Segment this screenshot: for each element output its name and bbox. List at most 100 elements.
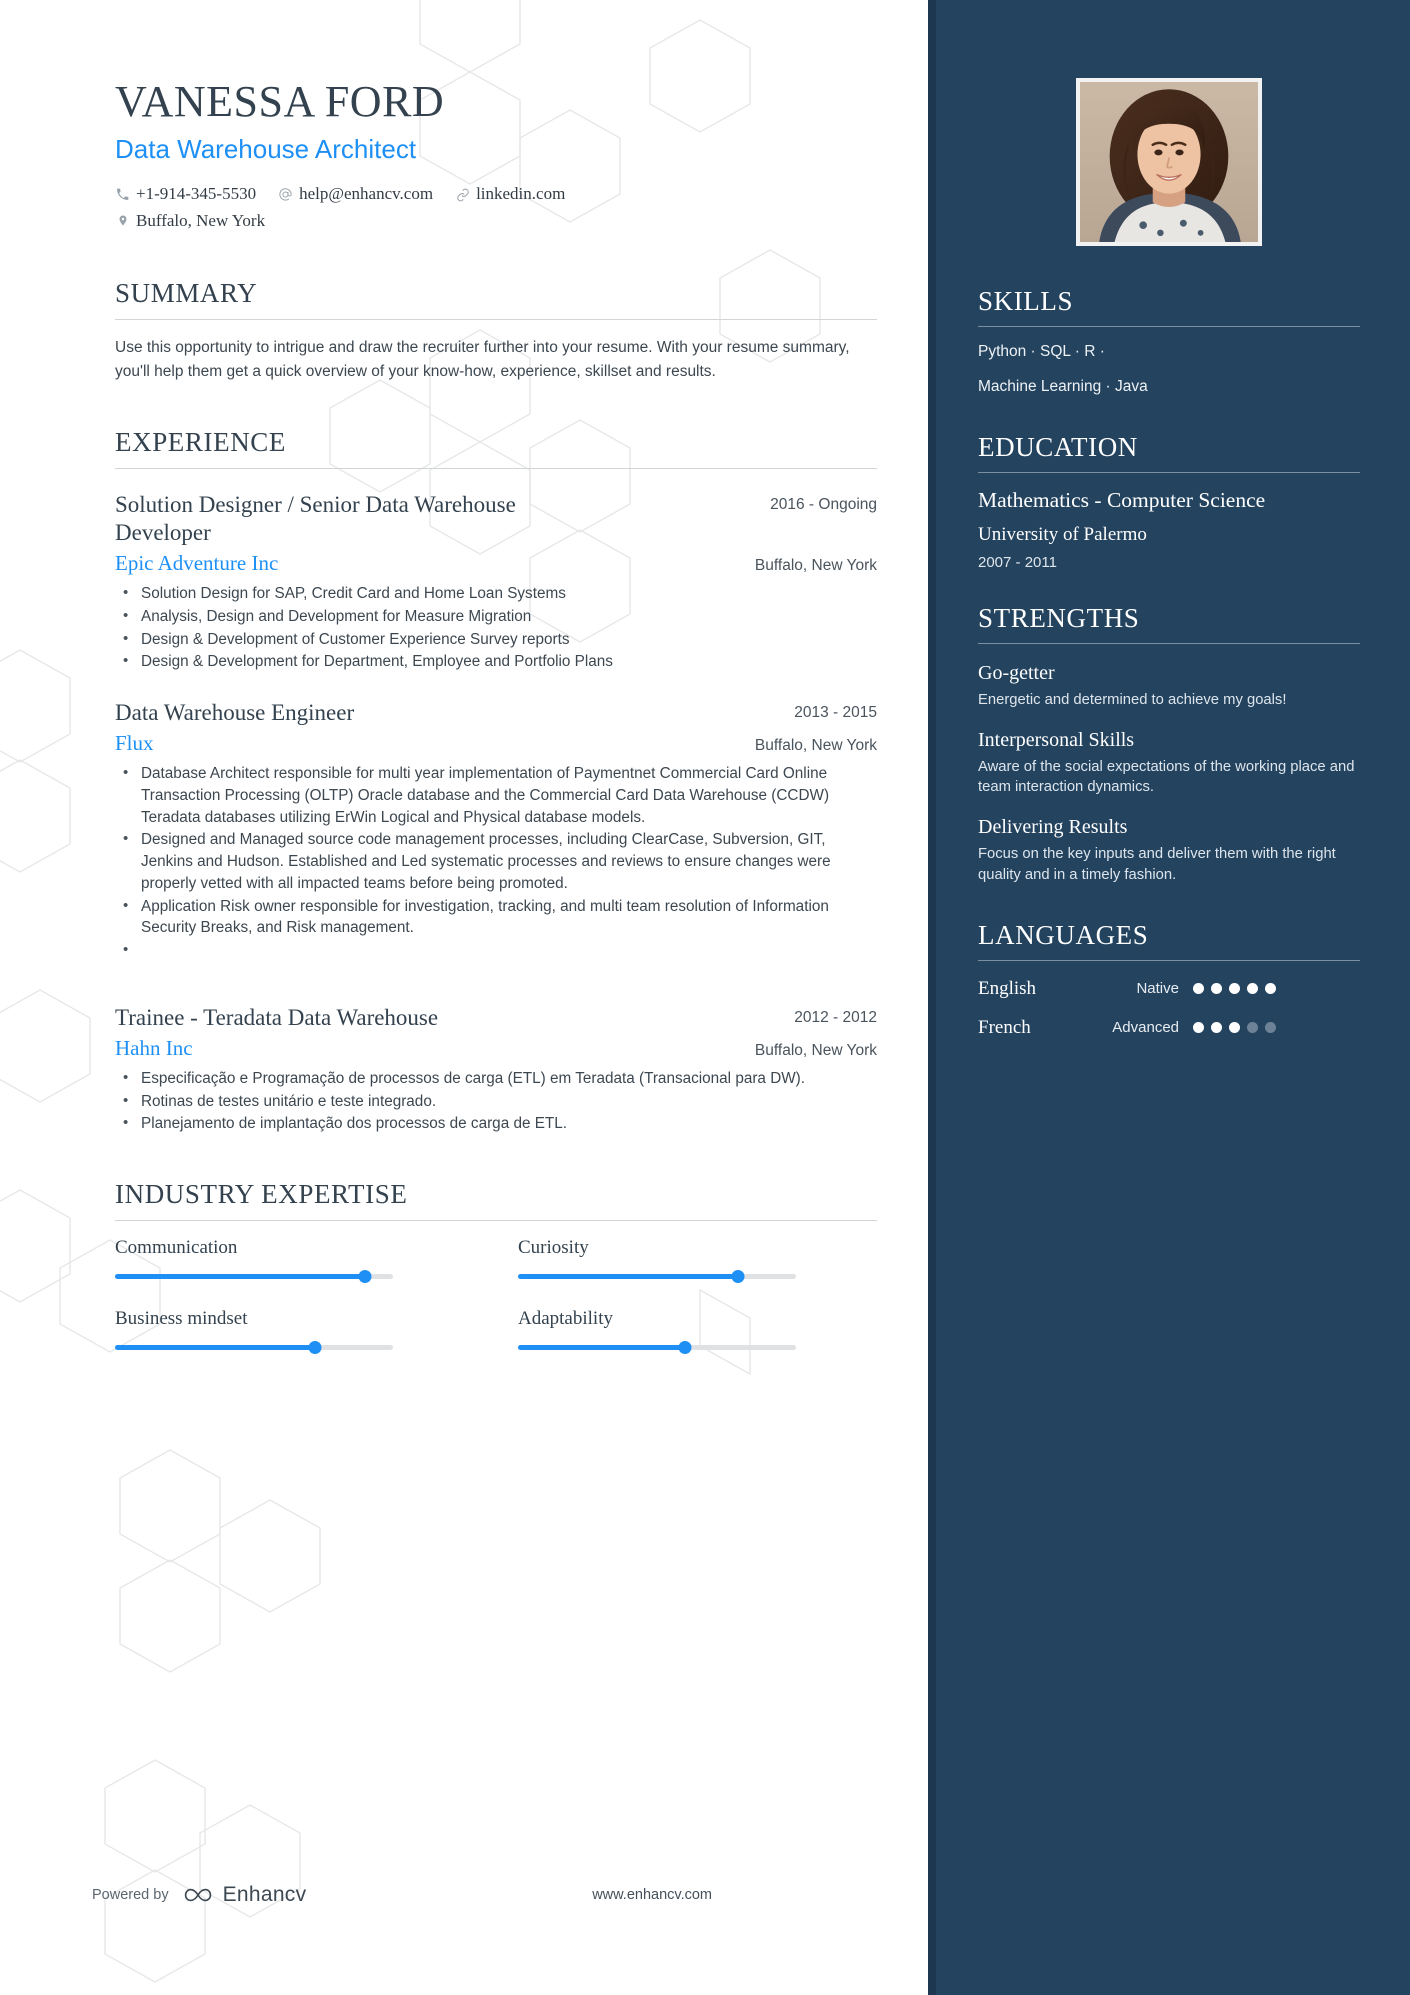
experience-item: Trainee - Teradata Data Warehouse 2012 -…	[115, 1004, 877, 1135]
rating-dot	[1229, 1022, 1240, 1034]
strength-name: Delivering Results	[978, 816, 1128, 839]
language-name: English	[978, 977, 1037, 999]
languages-section: LANGUAGES English Native French Advanced	[978, 920, 1360, 1039]
rating-dot	[1247, 983, 1258, 995]
language-level: Advanced	[1112, 1019, 1179, 1037]
job-company[interactable]: Epic Adventure Inc	[115, 551, 278, 576]
job-dates: 2013 - 2015	[794, 704, 877, 722]
resume-page: VANESSA FORD Data Warehouse Architect +1…	[0, 0, 1410, 1995]
language-item: French Advanced	[978, 1017, 1360, 1039]
education-section: EDUCATION Mathematics - Computer Science…	[978, 432, 1360, 571]
list-item	[115, 939, 877, 960]
strength-item: Go-getter Energetic and determined to ac…	[978, 662, 1360, 711]
expertise-slider[interactable]	[518, 1270, 796, 1284]
strength-description: Energetic and determined to achieve my g…	[978, 692, 1287, 709]
contact-location-text: Buffalo, New York	[136, 210, 266, 230]
expertise-slider[interactable]	[115, 1341, 393, 1355]
rating-dot	[1211, 1022, 1222, 1034]
job-location: Buffalo, New York	[754, 1041, 877, 1059]
infinity-icon	[184, 1888, 211, 1902]
strength-name: Interpersonal Skills	[978, 728, 1135, 751]
main-column: VANESSA FORD Data Warehouse Architect +1…	[0, 0, 928, 1995]
job-bullets: Solution Design for SAP, Credit Card and…	[115, 582, 877, 673]
language-rating	[1193, 1022, 1276, 1034]
divider	[978, 643, 1360, 645]
slider-fill	[115, 1345, 316, 1351]
job-location: Buffalo, New York	[754, 737, 877, 755]
language-level: Native	[1136, 980, 1179, 998]
slider-knob[interactable]	[678, 1341, 692, 1355]
avatar-wrap	[978, 78, 1360, 246]
slider-fill	[115, 1274, 366, 1280]
divider	[115, 468, 877, 470]
education-heading: EDUCATION	[978, 431, 1138, 462]
sidebar: SKILLS Python · SQL · R · Machine Learni…	[928, 0, 1410, 1995]
list-item: Application Risk owner responsible for i…	[115, 894, 877, 939]
education-degree: Mathematics - Computer Science	[978, 487, 1266, 512]
job-title: Data Warehouse Engineer	[115, 700, 355, 726]
summary-heading: SUMMARY	[115, 278, 258, 309]
summary-section: SUMMARY Use this opportunity to intrigue…	[115, 278, 877, 383]
expertise-item: Curiosity	[518, 1237, 796, 1284]
list-item: Designed and Managed source code managem…	[115, 828, 877, 894]
language-item: English Native	[978, 978, 1360, 1000]
industry-expertise-section: INDUSTRY EXPERTISE Communication Curiosi…	[115, 1179, 877, 1355]
slider-knob[interactable]	[731, 1270, 745, 1284]
experience-section: EXPERIENCE Solution Designer / Senior Da…	[115, 427, 877, 1135]
language-name: French	[978, 1016, 1031, 1038]
powered-by: Powered by Enhancv	[92, 1883, 306, 1907]
location-pin-icon	[115, 213, 130, 229]
at-icon	[278, 187, 293, 203]
rating-dot	[1193, 1022, 1204, 1034]
rating-dot	[1247, 1022, 1258, 1034]
link-icon	[455, 187, 470, 203]
rating-dot	[1229, 983, 1240, 995]
contact-phone[interactable]: +1-914-345-5530	[115, 181, 256, 207]
contact-email-text: help@enhancv.com	[299, 184, 434, 204]
footer: Powered by Enhancv www.enhancv.com	[92, 1883, 712, 1907]
contact-info: +1-914-345-5530 help@enhancv.com linkedi…	[115, 181, 877, 234]
skills-line: Python · SQL · R ·	[978, 343, 1105, 360]
contact-phone-text: +1-914-345-5530	[136, 184, 257, 204]
divider	[978, 326, 1360, 327]
job-title: Trainee - Teradata Data Warehouse	[115, 1004, 439, 1030]
strength-description: Aware of the social expectations of the …	[978, 758, 1355, 796]
job-company[interactable]: Hahn Inc	[115, 1036, 193, 1061]
list-item: Planejamento de implantação dos processo…	[115, 1112, 877, 1135]
expertise-label: Curiosity	[518, 1237, 589, 1259]
expertise-grid: Communication Curiosity Business mindset…	[115, 1237, 877, 1355]
expertise-label: Communication	[115, 1237, 238, 1259]
contact-email[interactable]: help@enhancv.com	[278, 181, 433, 207]
expertise-item: Adaptability	[518, 1308, 796, 1355]
experience-item: Solution Designer / Senior Data Warehous…	[115, 491, 877, 673]
skills-list: Python · SQL · R · Machine Learning · Ja…	[978, 342, 1360, 398]
job-dates: 2016 - Ongoing	[770, 496, 877, 514]
skills-heading: SKILLS	[978, 286, 1074, 316]
job-role-subtitle: Data Warehouse Architect	[115, 134, 417, 165]
enhancv-logo[interactable]: Enhancv	[181, 1883, 307, 1907]
list-item: Design & Development of Customer Experie…	[115, 628, 877, 651]
language-rating	[1193, 983, 1276, 995]
list-item: Database Architect responsible for multi…	[115, 762, 877, 828]
rating-dot	[1193, 983, 1204, 995]
contact-location: Buffalo, New York	[115, 208, 265, 234]
slider-knob[interactable]	[358, 1270, 372, 1284]
job-company[interactable]: Flux	[115, 731, 154, 756]
slider-knob[interactable]	[308, 1341, 322, 1355]
job-location: Buffalo, New York	[754, 557, 877, 575]
education-school: University of Palermo	[978, 524, 1147, 546]
rating-dot	[1265, 1022, 1276, 1034]
expertise-slider[interactable]	[518, 1341, 796, 1355]
experience-heading: EXPERIENCE	[115, 427, 286, 458]
divider	[978, 471, 1360, 473]
expertise-slider[interactable]	[115, 1270, 393, 1284]
contact-linkedin[interactable]: linkedin.com	[455, 181, 565, 207]
website-url[interactable]: www.enhancv.com	[592, 1887, 712, 1903]
list-item: Design & Development for Department, Emp…	[115, 650, 877, 673]
list-item: Rotinas de testes unitário e teste integ…	[115, 1090, 877, 1113]
education-dates: 2007 - 2011	[978, 554, 1057, 572]
job-dates: 2012 - 2012	[794, 1008, 877, 1026]
expertise-item: Communication	[115, 1237, 393, 1284]
rating-dot	[1211, 983, 1222, 995]
slider-fill	[518, 1274, 738, 1280]
